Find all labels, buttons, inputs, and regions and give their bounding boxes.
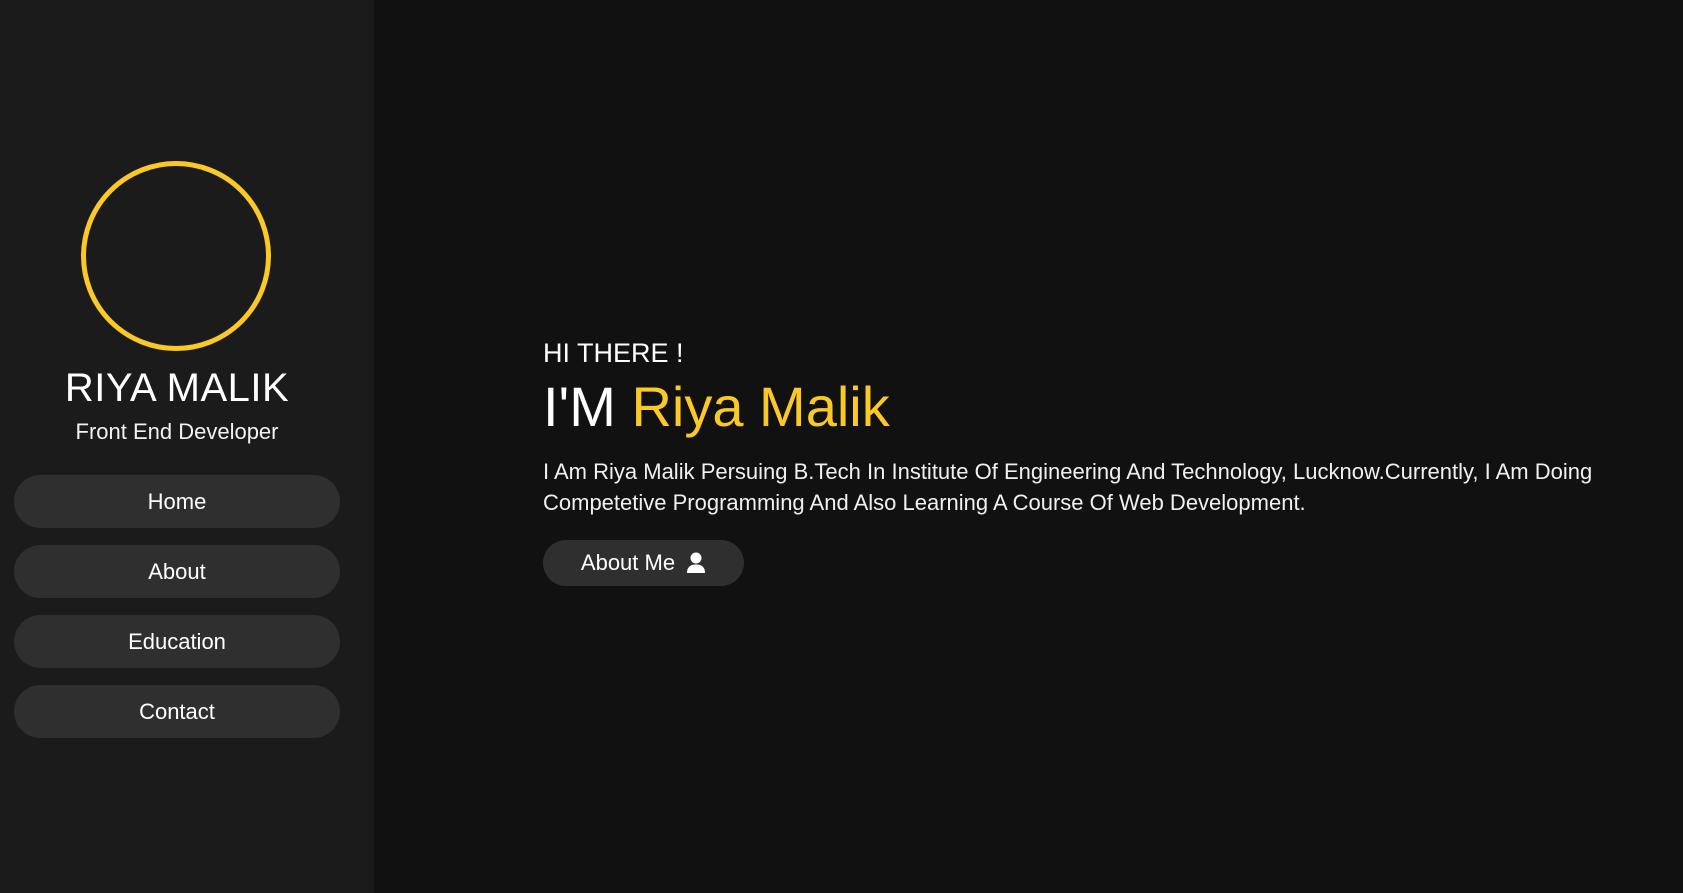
sidebar-nav: Home About Education Contact <box>14 475 340 755</box>
profile-name: RIYA MALIK <box>64 366 290 410</box>
about-me-button-label: About Me <box>580 550 676 575</box>
avatar <box>81 161 271 351</box>
hero-title-prefix: I'M <box>543 375 616 438</box>
hero-greeting: HI THERE ! <box>543 338 684 368</box>
nav-item-home[interactable]: Home <box>14 475 340 528</box>
hero-description: I Am Riya Malik Persuing B.Tech In Insti… <box>543 459 1593 515</box>
user-icon <box>686 552 706 574</box>
nav-item-contact[interactable]: Contact <box>14 685 340 738</box>
hero-title-name: Riya Malik <box>631 375 890 438</box>
profile-role: Front End Developer <box>75 419 279 444</box>
nav-item-about[interactable]: About <box>14 545 340 598</box>
page: RIYA MALIK Front End Developer Home Abou… <box>0 0 1683 893</box>
nav-item-education[interactable]: Education <box>14 615 340 668</box>
about-me-button[interactable]: About Me <box>543 540 744 586</box>
sidebar: RIYA MALIK Front End Developer Home Abou… <box>0 0 374 893</box>
hero-section: HI THERE ! I'M Riya Malik I Am Riya Mali… <box>543 334 1663 586</box>
hero-title: I'M Riya Malik <box>543 372 1663 442</box>
